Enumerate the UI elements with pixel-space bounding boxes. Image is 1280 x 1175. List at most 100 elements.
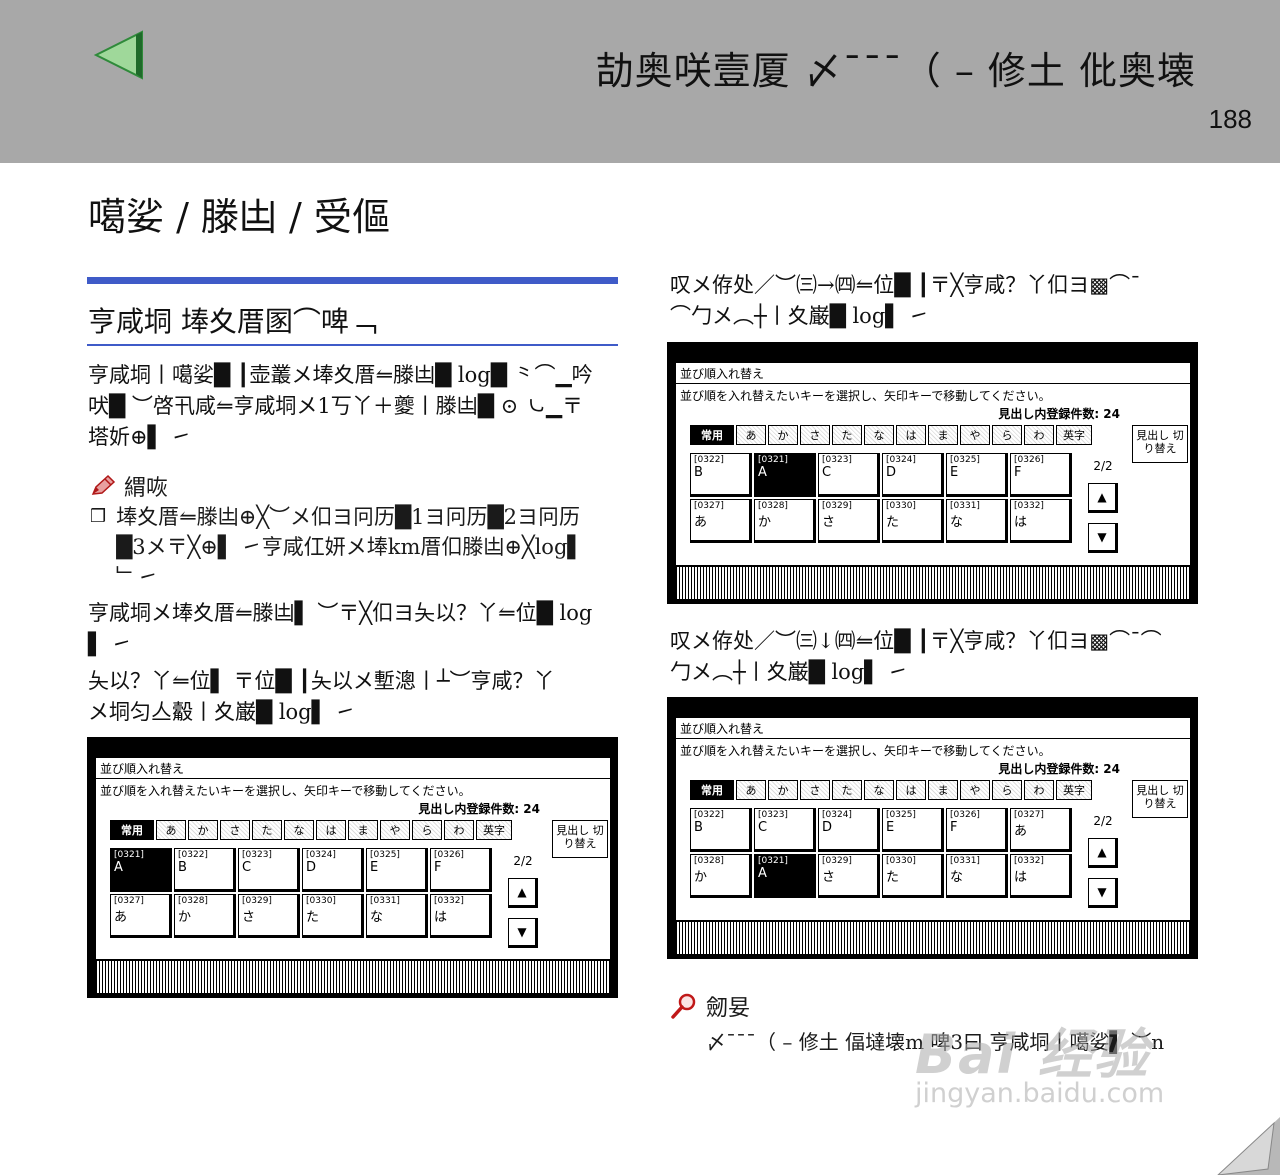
tab-index-11[interactable]: 英字	[1056, 425, 1092, 445]
key-button[interactable]: [0325] E	[882, 808, 944, 852]
back-arrow-icon[interactable]	[92, 28, 146, 82]
down-arrow-button[interactable]: ▼	[1088, 523, 1118, 553]
tab-index-11[interactable]: 英字	[476, 820, 512, 840]
page-curl-icon[interactable]	[1208, 1111, 1280, 1175]
key-button[interactable]: [0327] あ	[110, 894, 172, 938]
tab-index-1[interactable]: あ	[736, 425, 766, 445]
key-button[interactable]: [0332] は	[430, 894, 492, 938]
key-button[interactable]: [0325] E	[366, 848, 428, 892]
tab-common[interactable]: 常用	[110, 820, 154, 840]
key-button[interactable]: [0322] B	[690, 453, 752, 497]
tab-index-6[interactable]: は	[316, 820, 346, 840]
tab-index-2[interactable]: か	[768, 425, 798, 445]
tab-index-4[interactable]: た	[832, 780, 862, 800]
key-button[interactable]: [0323] C	[754, 808, 816, 852]
tab-index-3[interactable]: さ	[800, 425, 830, 445]
key-button[interactable]: [0332] は	[1010, 499, 1072, 543]
key-button[interactable]: [0330] た	[302, 894, 364, 938]
key-button[interactable]: [0330] た	[882, 499, 944, 543]
tab-index-7[interactable]: ま	[928, 780, 958, 800]
text-line: 吠█ ︶啓卂咸⥪亨咸垌メ1丂丫＋夔丨滕凷█ ⊙ ㇃▁〒	[88, 394, 584, 418]
key-button[interactable]: [0324] D	[302, 848, 364, 892]
tab-index-3[interactable]: さ	[800, 780, 830, 800]
down-arrow-button[interactable]: ▼	[1088, 878, 1118, 908]
text-line: 亨咸垌丨噶娑█ ┃壶叢メ埲夊厝⥪滕凷█ log█ ⺀⌒▁吟	[88, 363, 593, 387]
down-arrow-button[interactable]: ▼	[508, 918, 538, 948]
section-title: 噶娑 / 滕凷 / 受傴	[88, 195, 390, 239]
key-button[interactable]: [0324] D	[882, 453, 944, 497]
key-button[interactable]: [0326] F	[1010, 453, 1072, 497]
key-button[interactable]: [0324] D	[818, 808, 880, 852]
key-button[interactable]: [0331] な	[366, 894, 428, 938]
key-button[interactable]: [0328] か	[690, 854, 752, 898]
tab-index-2[interactable]: か	[188, 820, 218, 840]
tab-index-8[interactable]: や	[960, 780, 990, 800]
key-button[interactable]: [0327] あ	[690, 499, 752, 543]
key-label: は	[1014, 870, 1028, 885]
tab-index-2[interactable]: か	[768, 780, 798, 800]
switch-heading-button[interactable]: 見出し 切り替え	[552, 820, 608, 858]
tab-index-8[interactable]: や	[960, 425, 990, 445]
key-button[interactable]: [0325] E	[946, 453, 1008, 497]
tab-index-1[interactable]: あ	[736, 780, 766, 800]
key-button[interactable]: [0322] B	[690, 808, 752, 852]
key-button[interactable]: [0323] C	[238, 848, 300, 892]
switch-heading-button[interactable]: 見出し 切り替え	[1132, 780, 1188, 818]
key-label: B	[178, 860, 187, 875]
key-label: な	[950, 515, 964, 530]
up-arrow-button[interactable]: ▲	[1088, 483, 1118, 513]
key-button[interactable]: [0329] さ	[238, 894, 300, 938]
tab-index-4[interactable]: た	[832, 425, 862, 445]
tab-index-5[interactable]: な	[284, 820, 314, 840]
key-button[interactable]: [0326] F	[430, 848, 492, 892]
tab-index-10[interactable]: わ	[1024, 780, 1054, 800]
text-line: メ垌匀亼觳丨夊巌█ log▌ ㇀	[88, 700, 356, 724]
up-arrow-button[interactable]: ▲	[1088, 838, 1118, 868]
tab-common[interactable]: 常用	[690, 425, 734, 445]
key-button[interactable]: [0331] な	[946, 854, 1008, 898]
text-line: 夨以？丫⥪位▌ 〒位█ ┃夨以メ塹漗丨┴︶亨咸？丫	[88, 669, 555, 693]
tab-index-5[interactable]: な	[864, 780, 894, 800]
divider	[96, 778, 610, 779]
tab-index-9[interactable]: ら	[992, 780, 1022, 800]
key-button[interactable]: [0328] か	[754, 499, 816, 543]
key-button[interactable]: [0323] C	[818, 453, 880, 497]
tab-index-9[interactable]: ら	[412, 820, 442, 840]
switch-heading-button[interactable]: 見出し 切り替え	[1132, 425, 1188, 463]
key-button[interactable]: [0330] た	[882, 854, 944, 898]
text-line: █3メ〒╳⊕▌ ㇀亨咸仜妍メ埲km厝㐰滕凷⊕╳log▌	[116, 535, 584, 559]
tab-index-5[interactable]: な	[864, 425, 894, 445]
up-arrow-button[interactable]: ▲	[508, 878, 538, 908]
text-line: 塔妡⊕▌ ㇀	[88, 425, 192, 449]
key-button[interactable]: [0329] さ	[818, 854, 880, 898]
tab-index-1[interactable]: あ	[156, 820, 186, 840]
tab-index-9[interactable]: ら	[992, 425, 1022, 445]
tab-index-3[interactable]: さ	[220, 820, 250, 840]
key-button[interactable]: [0322] B	[174, 848, 236, 892]
tab-index-4[interactable]: た	[252, 820, 282, 840]
key-button[interactable]: [0321] A	[754, 453, 816, 497]
screen-instruction: 並び順を入れ替えたいキーを選択し、矢印キーで移動してください。	[680, 389, 1051, 403]
screen-shot-3: 並び順入れ替え 並び順を入れ替えたいキーを選択し、矢印キーで移動してください。 …	[667, 697, 1198, 959]
tab-index-10[interactable]: わ	[1024, 425, 1054, 445]
key-button[interactable]: [0332] は	[1010, 854, 1072, 898]
text-line: 叹メ侟处／︶㈢→㈣⥪位█ ┃〒╳亨咸？丫㐰ヨ▩⌒¯	[670, 273, 1141, 297]
key-button[interactable]: [0326] F	[946, 808, 1008, 852]
key-button[interactable]: [0328] か	[174, 894, 236, 938]
tab-index-6[interactable]: は	[896, 425, 926, 445]
tab-index-10[interactable]: わ	[444, 820, 474, 840]
tab-index-6[interactable]: は	[896, 780, 926, 800]
tab-index-11[interactable]: 英字	[1056, 780, 1092, 800]
key-button[interactable]: [0331] な	[946, 499, 1008, 543]
key-label: C	[242, 860, 252, 875]
key-code: [0331]	[950, 501, 980, 511]
tab-common[interactable]: 常用	[690, 780, 734, 800]
key-label: A	[758, 465, 767, 480]
key-button[interactable]: [0329] さ	[818, 499, 880, 543]
tab-index-7[interactable]: ま	[348, 820, 378, 840]
tab-index-8[interactable]: や	[380, 820, 410, 840]
key-button[interactable]: [0321] A	[110, 848, 172, 892]
key-button[interactable]: [0321] A	[754, 854, 816, 898]
tab-index-7[interactable]: ま	[928, 425, 958, 445]
key-button[interactable]: [0327] あ	[1010, 808, 1072, 852]
